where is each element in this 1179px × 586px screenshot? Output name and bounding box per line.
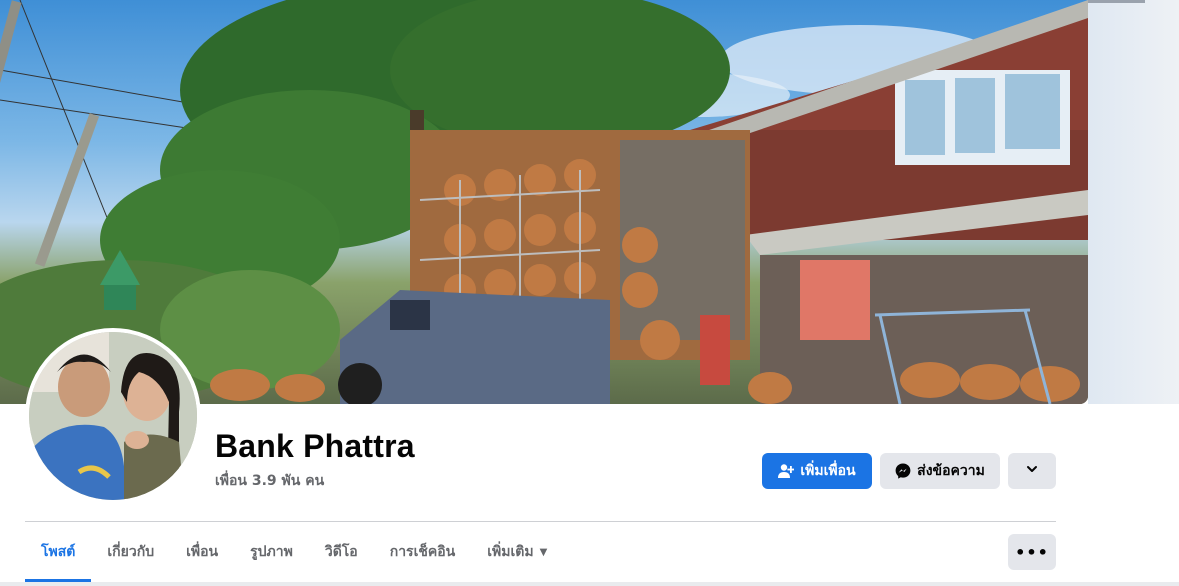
tab-label: เกี่ยวกับ bbox=[107, 544, 155, 560]
page-side-background bbox=[1088, 0, 1179, 405]
tab-more-options-button[interactable]: ••• bbox=[1008, 534, 1056, 570]
tab-posts[interactable]: โพสต์ bbox=[25, 522, 92, 582]
add-friend-label: เพิ่มเพื่อน bbox=[800, 463, 856, 479]
tab-label: วิดีโอ bbox=[324, 544, 358, 560]
message-label: ส่งข้อความ bbox=[917, 463, 985, 479]
tab-label: เพิ่มเติม bbox=[487, 544, 534, 560]
tab-checkins[interactable]: การเช็คอิน bbox=[374, 522, 472, 582]
profile-avatar[interactable] bbox=[25, 328, 201, 504]
more-dots-icon: ••• bbox=[1015, 542, 1049, 562]
tab-label: รูปภาพ bbox=[250, 544, 293, 560]
tab-label: การเช็คอิน bbox=[389, 544, 456, 560]
messenger-icon bbox=[895, 463, 911, 479]
friend-count[interactable]: เพื่อน 3.9 พัน คน bbox=[215, 470, 324, 492]
profile-options-button[interactable] bbox=[1008, 453, 1056, 489]
avatar-photo bbox=[29, 332, 197, 500]
tab-friends[interactable]: เพื่อน bbox=[170, 522, 234, 582]
profile-tabs: โพสต์ เกี่ยวกับ เพื่อน รูปภาพ วิดีโอ การ… bbox=[25, 522, 563, 582]
tab-photos[interactable]: รูปภาพ bbox=[234, 522, 309, 582]
tab-videos[interactable]: วิดีโอ bbox=[309, 522, 374, 582]
add-friend-icon bbox=[778, 463, 795, 479]
chevron-down-icon bbox=[1026, 463, 1038, 479]
caret-down-icon: ▼ bbox=[539, 546, 548, 558]
tab-about[interactable]: เกี่ยวกับ bbox=[91, 522, 170, 582]
tab-label: โพสต์ bbox=[41, 544, 76, 560]
bottom-separator bbox=[0, 582, 1179, 586]
profile-name: Bank Phattra bbox=[215, 428, 415, 464]
message-button[interactable]: ส่งข้อความ bbox=[880, 453, 1000, 489]
tab-label: เพื่อน bbox=[186, 544, 219, 560]
add-friend-button[interactable]: เพิ่มเพื่อน bbox=[762, 453, 872, 489]
tab-more[interactable]: เพิ่มเติม ▼ bbox=[471, 522, 563, 582]
